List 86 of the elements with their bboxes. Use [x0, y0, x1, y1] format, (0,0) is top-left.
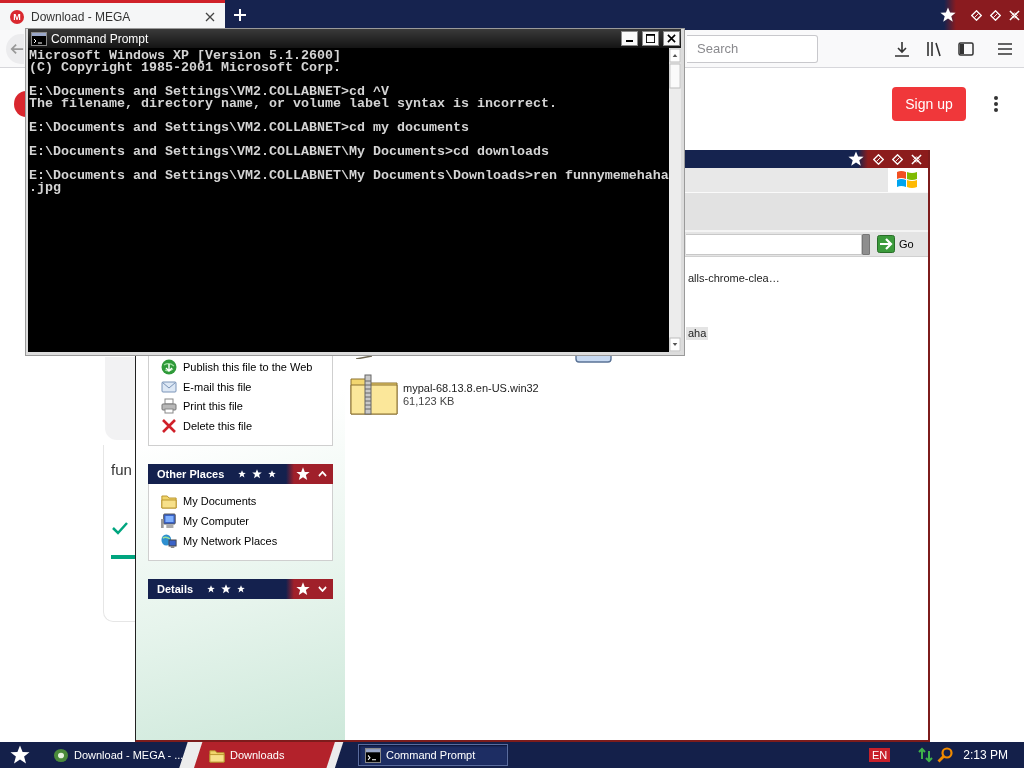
site-logo: M: [10, 9, 24, 24]
printer-icon: [161, 398, 177, 415]
console-line: E:\Documents and Settings\VM2.COLLABNET\My Documents>cd downloads: [29, 146, 550, 158]
file-size: 61,123 KB: [402, 395, 456, 408]
dropdown-button[interactable]: [862, 233, 870, 255]
plus-icon: [234, 9, 246, 21]
sign-up-button[interactable]: Sign up: [892, 87, 966, 121]
taskbar-button[interactable]: Downloads: [202, 744, 352, 766]
logo-icon: [14, 91, 26, 117]
close-icon: [1008, 9, 1020, 21]
diamond-icon: [970, 9, 982, 21]
file-name[interactable]: mypal-68.13.8.en-US.win32: [401, 382, 541, 395]
sidebar-icon: [958, 40, 974, 57]
minimize-button[interactable]: [621, 31, 638, 46]
computer-icon: [161, 513, 177, 529]
console-icon: [365, 747, 381, 763]
file-name[interactable]: alls-chrome-clea…: [686, 272, 782, 285]
console-line: (C) Copyright 1985-2001 Microsoft Corp.: [29, 62, 342, 74]
task-link[interactable]: E-mail this file: [161, 376, 252, 397]
window-title: Command Prompt: [51, 31, 149, 46]
menu-icon: [997, 40, 1013, 57]
star-icon: [268, 470, 277, 478]
diamond-icon: [872, 153, 884, 165]
taskbar-button[interactable]: Command Prompt: [358, 744, 508, 766]
cross-icon: [161, 418, 177, 435]
minimize-icon: [626, 40, 633, 42]
close-button[interactable]: [663, 31, 680, 46]
back-arrow-icon: [10, 41, 24, 56]
network-icon: [161, 533, 177, 549]
more-options-button[interactable]: [994, 96, 998, 112]
star-icon: [296, 467, 310, 481]
file-title: fun: [111, 461, 132, 479]
kebab-icon: [994, 96, 998, 112]
folder-icon: [161, 493, 177, 509]
star-icon: [10, 745, 30, 765]
star-icon: [252, 469, 263, 479]
maximize-icon: [646, 34, 655, 43]
language-indicator[interactable]: EN: [869, 748, 891, 762]
close-icon: [205, 11, 215, 22]
download-arrow-icon: [894, 40, 910, 57]
task-link[interactable]: Publish this file to the Web: [161, 357, 313, 377]
close-icon: [910, 153, 922, 165]
app-icon: [53, 747, 69, 763]
check-icon: [112, 521, 128, 535]
task-link[interactable]: My Network Places: [161, 531, 278, 551]
task-link[interactable]: Delete this file: [161, 416, 253, 436]
file-name[interactable]: aha: [686, 327, 709, 340]
console-line: E:\Documents and Settings\VM2.COLLABNET>cd my documents: [29, 122, 470, 134]
star-icon: [848, 151, 864, 167]
browser-tab[interactable]: M Download - MEGA: [0, 0, 225, 30]
envelope-icon: [161, 378, 177, 395]
clock: 2:13 PM: [963, 748, 1008, 762]
panel-header[interactable]: Details: [148, 579, 333, 599]
star-icon: [238, 470, 247, 478]
taskbar-button[interactable]: Download - MEGA - ...: [46, 744, 196, 766]
star-icon: [221, 584, 232, 594]
library-icon: [926, 40, 942, 57]
arrow-icon: [877, 235, 895, 253]
star-icon: [207, 585, 216, 593]
diamond-icon: [989, 9, 1001, 21]
go-button[interactable]: Go: [877, 235, 914, 253]
console-line: E:\Documents and Settings\VM2.COLLABNET\My Documents\Downloads>ren funnymemehaha.jpg: [29, 170, 670, 194]
partial-icon: [356, 356, 372, 359]
zip-folder-icon: [350, 373, 398, 415]
magnifier-icon: [937, 747, 954, 763]
close-icon: [667, 34, 676, 43]
address-field[interactable]: [686, 233, 862, 255]
console-line: The filename, directory name, or volume label syntax is incorrect.: [29, 98, 558, 110]
back-button[interactable]: [6, 33, 24, 64]
panel-header[interactable]: Other Places: [148, 464, 333, 484]
arrows-icon: [918, 747, 935, 763]
image-file-icon: [575, 356, 612, 363]
task-link[interactable]: My Computer: [161, 511, 250, 531]
console-icon: [31, 31, 47, 46]
task-link[interactable]: My Documents: [161, 491, 257, 511]
console-line: E:\Documents and Settings\VM2.COLLABNET>cd ^V: [29, 86, 390, 98]
folder-icon: [209, 747, 225, 763]
star-icon: [296, 582, 310, 596]
star-icon: [940, 7, 956, 23]
maximize-button[interactable]: [642, 31, 659, 46]
diamond-icon: [891, 153, 903, 165]
task-link[interactable]: Print this file: [161, 396, 243, 417]
console-line: Microsoft Windows XP [Version 5.1.2600]: [29, 50, 342, 62]
underline-bar: [111, 555, 135, 559]
search-field[interactable]: Search: [687, 34, 818, 63]
star-icon: [237, 585, 246, 593]
